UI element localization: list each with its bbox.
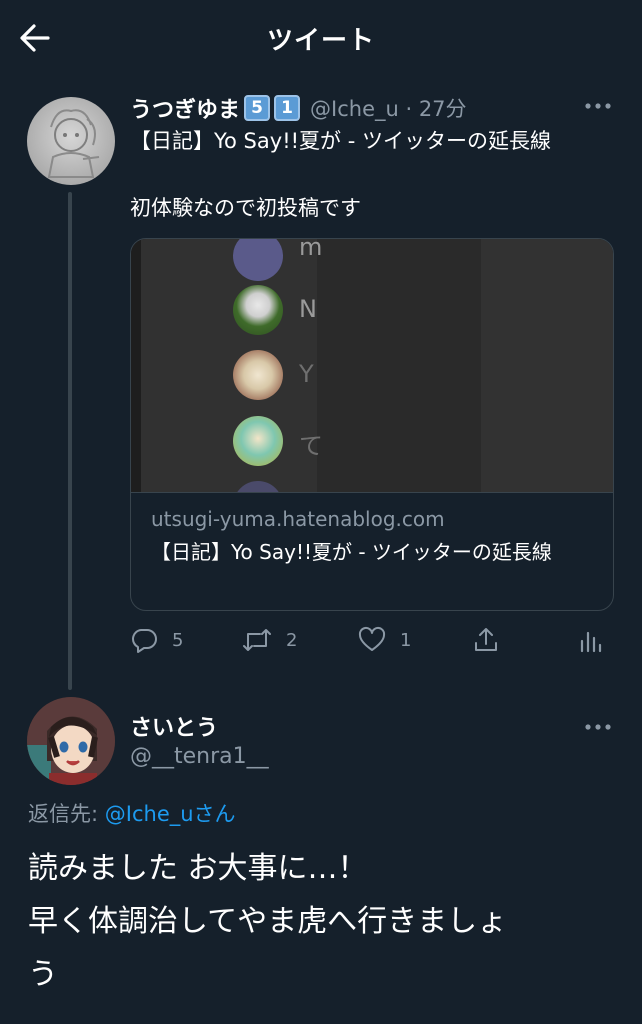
reply-count: 5	[172, 629, 184, 651]
like-button[interactable]: 1	[358, 622, 411, 658]
more-icon[interactable]	[584, 719, 612, 735]
preview-avatar	[233, 285, 283, 335]
reply-mention-link[interactable]: @Iche_u	[105, 802, 194, 826]
preview-letter: m	[299, 239, 323, 261]
retweet-count: 2	[286, 629, 298, 651]
preview-avatar	[233, 350, 283, 400]
emoji-badge-1: 1	[274, 95, 301, 121]
preview-letter: Y	[299, 360, 314, 388]
tweet-author-row: うつぎゆま 5 1 @Iche_u · 27分	[130, 92, 467, 124]
reply-button[interactable]: 5	[130, 622, 183, 658]
share-button[interactable]	[472, 622, 500, 658]
avatar[interactable]	[27, 697, 115, 785]
reply-prefix: 返信先:	[28, 802, 105, 826]
emoji-badge-5: 5	[244, 95, 271, 121]
reply-suffix: さん	[193, 802, 236, 826]
preview-letter: N	[299, 295, 317, 323]
preview-letter: て	[299, 432, 323, 460]
preview-avatar	[233, 416, 283, 466]
analytics-icon	[580, 631, 602, 653]
tweet-text: 読みました お大事に…！ 早く体調治してやま虎へ行きましょ う	[28, 842, 618, 1001]
link-title: 【日記】Yo Say!!夏が - ツイッターの延長線	[151, 540, 552, 564]
top-bar: ツイート	[0, 0, 642, 76]
avatar[interactable]	[27, 97, 115, 185]
link-domain: utsugi-yuma.hatenablog.com	[151, 507, 445, 531]
author-name[interactable]: さいとう	[130, 710, 218, 742]
link-card[interactable]: m N Y て utsugi-yuma.hatenablog.com 【日記】Y…	[130, 238, 614, 611]
tweet-text-line: う	[28, 957, 58, 992]
analytics-button[interactable]	[576, 622, 604, 658]
reply-icon	[132, 629, 157, 653]
author-handle-time[interactable]: @Iche_u · 27分	[310, 93, 467, 123]
tweet-detail-screen: ツイート うつぎゆま 5 1 @Iche_u · 27分 【日記】Yo Say!…	[0, 0, 642, 1024]
retweet-icon	[243, 629, 271, 651]
replying-to: 返信先: @Iche_uさん	[28, 798, 236, 828]
tweet-text-line: 早く体調治してやま虎へ行きましょ	[28, 904, 508, 939]
thread-connector	[68, 192, 72, 690]
tweet-text-line: 初体験なので初投稿です	[130, 196, 361, 220]
page-title: ツイート	[266, 26, 375, 56]
more-icon[interactable]	[584, 98, 612, 114]
author-name[interactable]: うつぎゆま	[130, 92, 240, 124]
share-icon	[475, 628, 497, 651]
like-count: 1	[400, 629, 412, 651]
like-icon	[358, 626, 386, 651]
author-handle[interactable]: @__tenra1__	[130, 744, 269, 769]
tweet-text-line: 【日記】Yo Say!!夏が - ツイッターの延長線	[130, 129, 551, 153]
link-card-meta: utsugi-yuma.hatenablog.com 【日記】Yo Say!!夏…	[131, 492, 613, 610]
tweet-actions: 5 2 1	[130, 622, 614, 658]
link-card-image: m N Y て	[131, 239, 613, 492]
tweet-text-line: 読みました お大事に…！	[28, 851, 368, 886]
retweet-button[interactable]: 2	[242, 622, 297, 658]
